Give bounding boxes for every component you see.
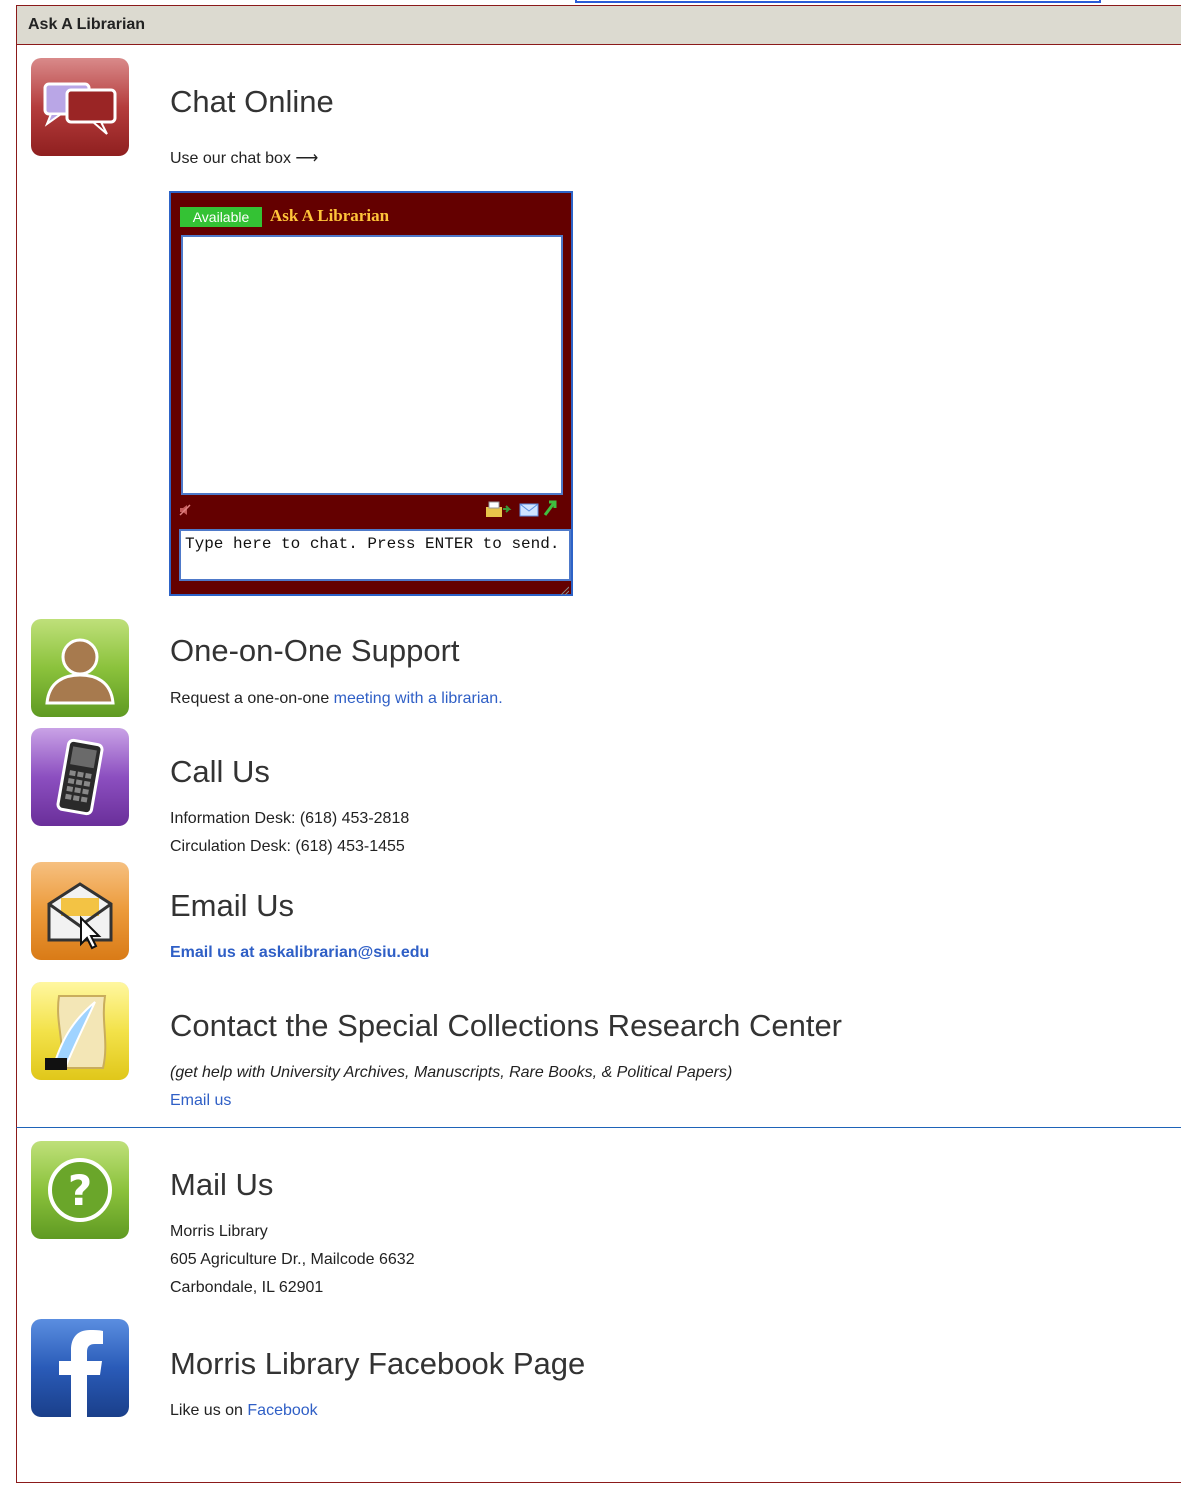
mail-address-line2: 605 Agriculture Dr., Mailcode 6632	[170, 1251, 415, 1268]
speaker-mute-icon[interactable]	[179, 503, 191, 522]
call-us-title: Call Us	[170, 754, 270, 789]
chat-transcript[interactable]	[181, 235, 563, 495]
facebook-text: Like us on Facebook	[170, 1397, 318, 1425]
mail-address-line3: Carbondale, IL 62901	[170, 1279, 324, 1296]
panel-header: Ask A Librarian	[17, 6, 1181, 45]
one-on-one-prefix: Request a one-on-one	[170, 690, 334, 707]
email-us-title: Email Us	[170, 888, 295, 923]
contact-panel-lower: ? Mail Us Morris Library 605 Agriculture…	[16, 1127, 1181, 1483]
chat-widget-title: Ask A Librarian	[270, 206, 390, 225]
popout-icon[interactable]	[543, 499, 557, 522]
svg-text:?: ?	[68, 1166, 92, 1215]
print-icon[interactable]	[484, 501, 512, 524]
email-us-text: Email us at askalibrarian@siu.edu	[170, 939, 429, 967]
status-badge: Available	[180, 207, 262, 227]
meeting-librarian-link[interactable]: meeting with a librarian.	[334, 690, 503, 707]
facebook-icon[interactable]	[31, 1319, 129, 1417]
facebook-link[interactable]: Facebook	[247, 1402, 317, 1419]
facebook-prefix: Like us on	[170, 1402, 248, 1419]
special-collections-email: Email us	[170, 1087, 231, 1115]
mail-us-title: Mail Us	[170, 1167, 274, 1202]
information-desk-phone: Information Desk: (618) 453-2818	[170, 810, 410, 827]
resize-grip-icon[interactable]	[559, 582, 570, 596]
phone-icon	[31, 728, 129, 826]
scroll-quill-icon	[31, 982, 129, 1080]
special-collections-title: Contact the Special Collections Research…	[170, 1008, 843, 1043]
chat-toolbar	[179, 499, 565, 524]
special-collections-note: (get help with University Archives, Manu…	[170, 1064, 733, 1081]
chat-input[interactable]: Type here to chat. Press ENTER to send.	[179, 529, 571, 581]
person-icon	[31, 619, 129, 717]
previous-input-edge	[575, 0, 1101, 3]
one-on-one-title: One-on-One Support	[170, 633, 460, 668]
email-askalibrarian-link[interactable]: Email us at askalibrarian@siu.edu	[170, 944, 429, 961]
envelope-icon	[31, 862, 129, 960]
one-on-one-text: Request a one-on-one meeting with a libr…	[170, 685, 503, 713]
chat-online-text: Use our chat box ⟶	[170, 150, 319, 167]
chat-bubbles-icon	[31, 58, 129, 156]
special-collections-email-link[interactable]: Email us	[170, 1092, 231, 1109]
question-icon: ?	[31, 1141, 129, 1239]
circulation-desk-phone: Circulation Desk: (618) 453-1455	[170, 838, 405, 855]
chat-widget: Available Ask A Librarian Type here to c…	[169, 191, 573, 596]
ask-librarian-panel: Ask A Librarian Chat Online Use our chat…	[16, 5, 1181, 1127]
mail-address-line1: Morris Library	[170, 1223, 268, 1240]
email-transcript-icon[interactable]	[519, 503, 539, 522]
chat-online-title: Chat Online	[170, 84, 334, 119]
facebook-title: Morris Library Facebook Page	[170, 1346, 586, 1381]
